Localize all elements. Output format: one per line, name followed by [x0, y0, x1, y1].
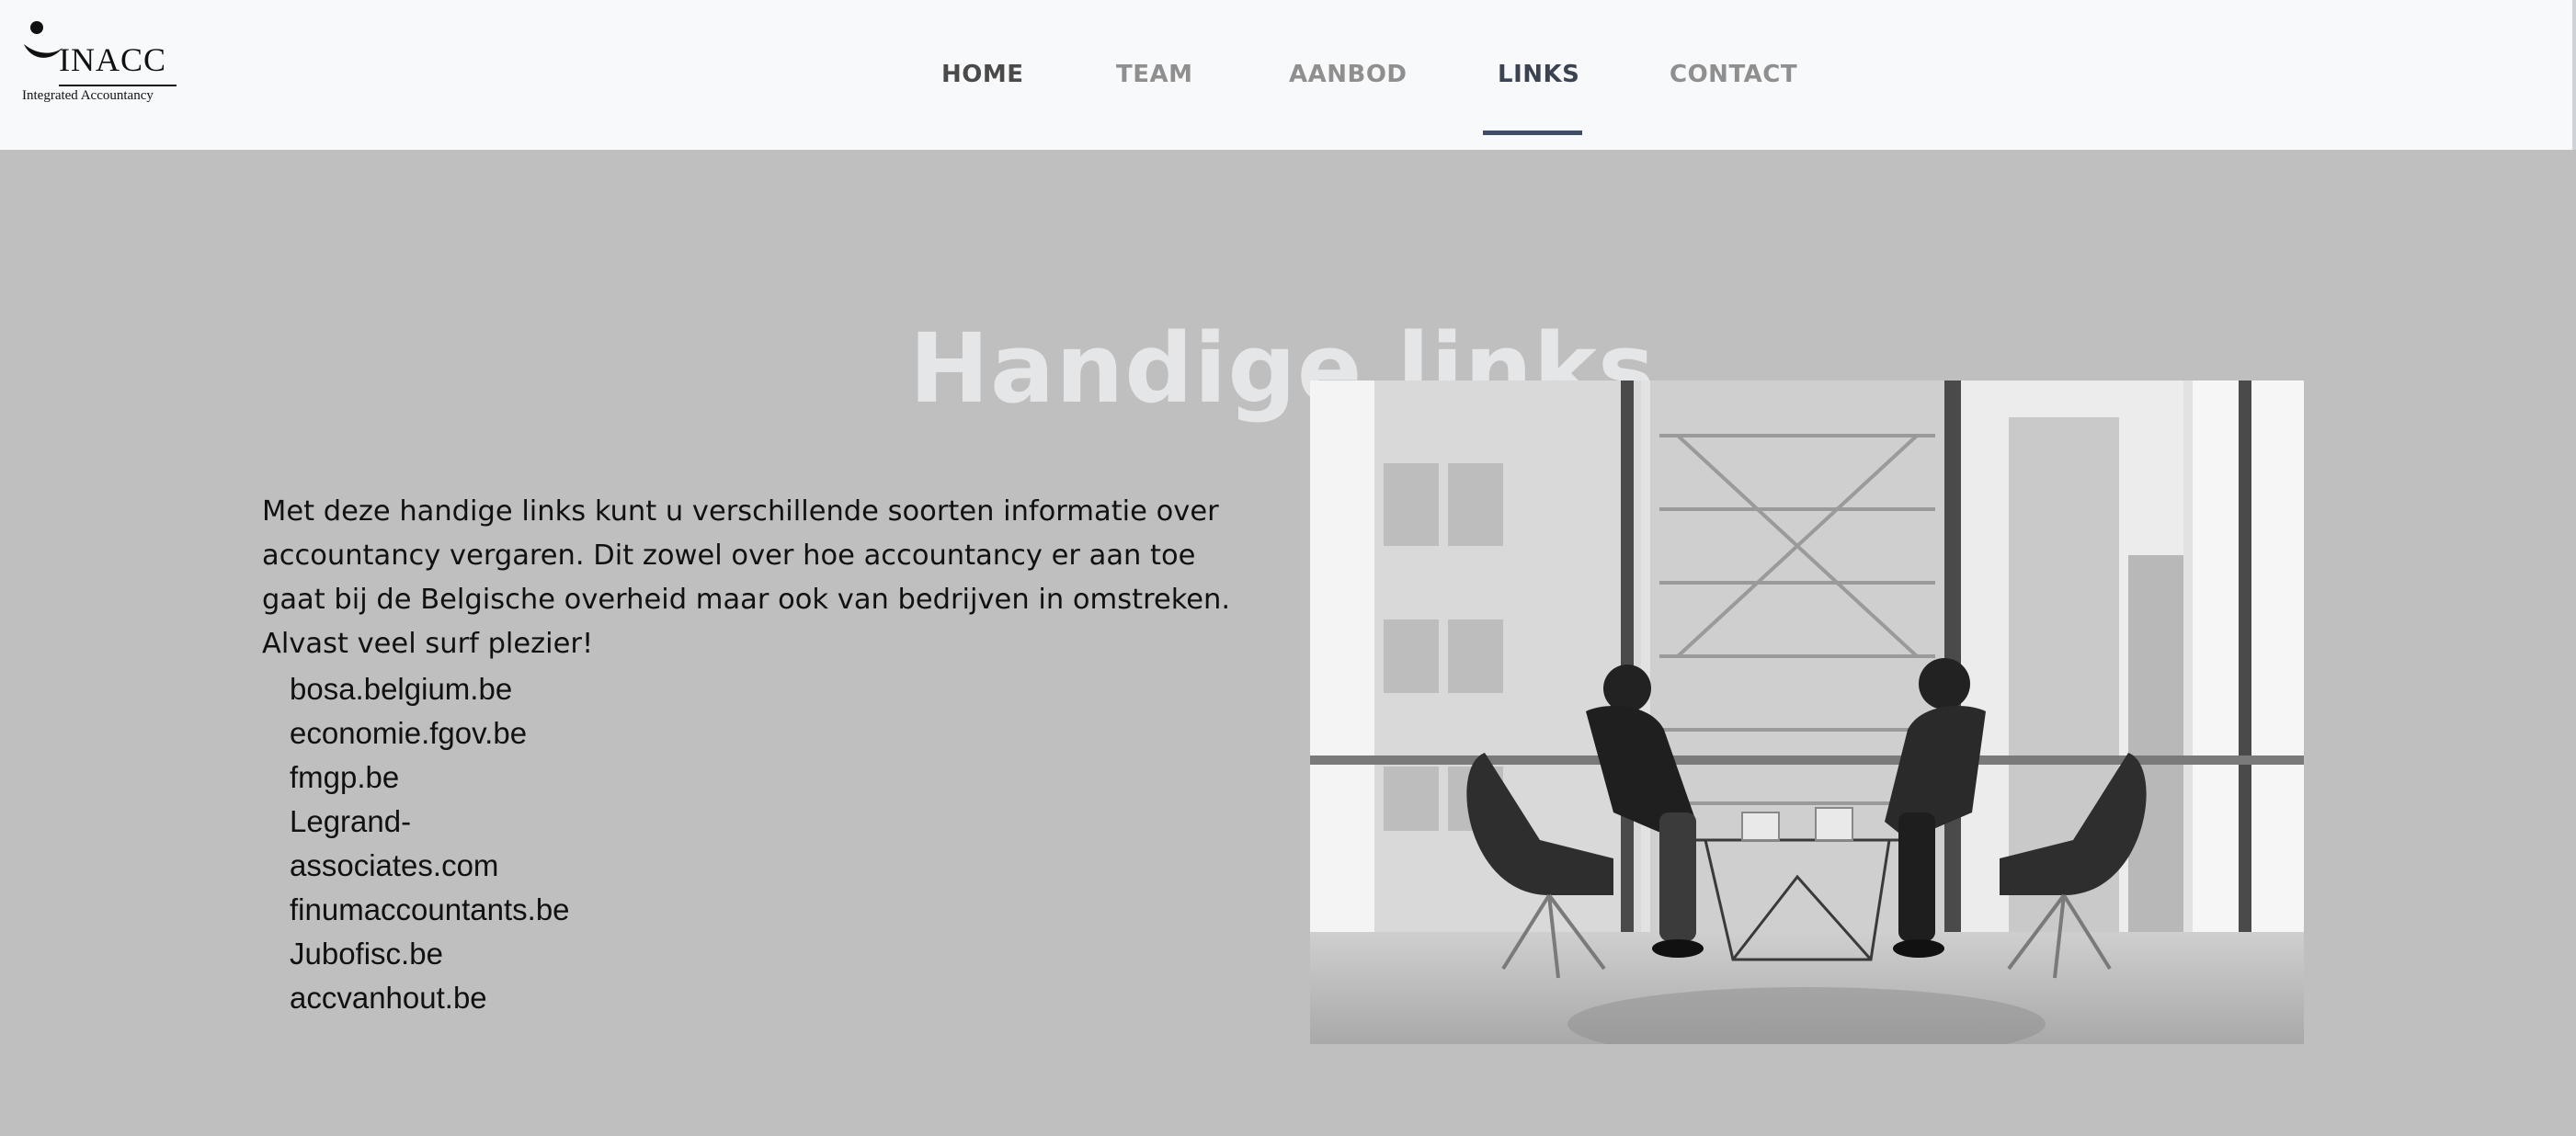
list-item: finumaccountants.be: [290, 888, 602, 932]
nav-item-contact[interactable]: CONTACT: [1670, 61, 1797, 88]
list-item: fmgp.be: [290, 755, 602, 800]
list-item: bosa.belgium.be: [290, 667, 602, 711]
nav-item-links[interactable]: LINKS: [1498, 61, 1579, 88]
main-nav: HOME TEAM AANBOD LINKS CONTACT: [0, 61, 2572, 97]
office-photo: [1310, 381, 2304, 1044]
list-item: Legrand-associates.com: [290, 800, 602, 888]
link-finum[interactable]: finumaccountants.be: [290, 892, 570, 926]
list-item: accvanhout.be: [290, 976, 602, 1020]
nav-item-team[interactable]: TEAM: [1116, 61, 1193, 88]
link-bosa[interactable]: bosa.belgium.be: [290, 672, 512, 706]
links-list: bosa.belgium.be economie.fgov.be fmgp.be…: [290, 667, 602, 1020]
office-photo-illustration: [1310, 381, 2304, 1044]
site-header: INACC Integrated Accountancy HOME TEAM A…: [0, 0, 2576, 150]
list-item: Jubofisc.be: [290, 932, 602, 976]
link-economie[interactable]: economie.fgov.be: [290, 716, 527, 750]
nav-active-indicator: [1483, 131, 1582, 135]
link-accvanhout[interactable]: accvanhout.be: [290, 981, 487, 1015]
list-item: economie.fgov.be: [290, 711, 602, 755]
link-fmgp[interactable]: fmgp.be: [290, 760, 399, 794]
link-legrand[interactable]: Legrand-associates.com: [290, 804, 498, 882]
nav-item-aanbod[interactable]: AANBOD: [1289, 61, 1408, 88]
nav-item-home[interactable]: HOME: [941, 61, 1024, 88]
link-jubofisc[interactable]: Jubofisc.be: [290, 937, 443, 971]
intro-text: Met deze handige links kunt u verschille…: [262, 494, 1231, 660]
